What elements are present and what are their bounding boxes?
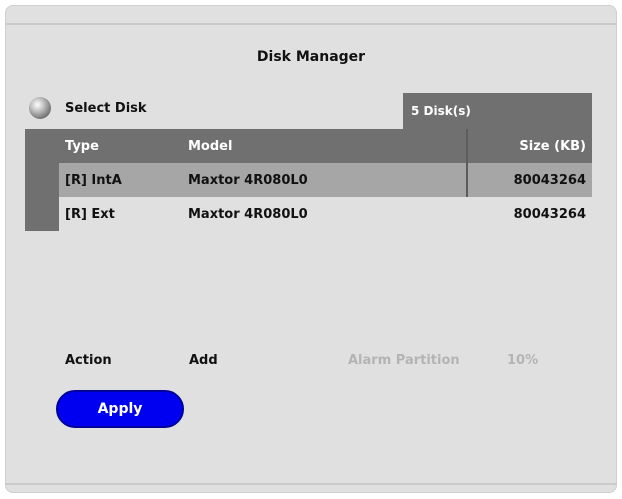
row-type: [R] Ext xyxy=(65,207,115,222)
disk-manager-panel: Disk Manager Select Disk 5 Disk(s) Type … xyxy=(5,5,617,493)
header-type: Type xyxy=(65,139,99,154)
header-model: Model xyxy=(188,139,233,154)
disk-icon xyxy=(29,97,51,119)
row-type: [R] IntA xyxy=(65,173,122,188)
header-size: Size (KB) xyxy=(519,139,586,154)
table-row-inta[interactable]: [R] IntA Maxtor 4R080L0 80043264 xyxy=(25,163,592,197)
select-disk-label: Select Disk xyxy=(65,101,147,116)
apply-button[interactable]: Apply xyxy=(56,390,184,428)
column-divider xyxy=(466,163,468,197)
row-model: Maxtor 4R080L0 xyxy=(188,207,308,222)
column-divider xyxy=(466,129,468,163)
table-header: Type Model Size (KB) xyxy=(25,129,592,163)
bottom-divider xyxy=(5,483,617,485)
row-side-block xyxy=(25,163,59,197)
title-divider xyxy=(5,23,617,25)
alarm-partition-value: 10% xyxy=(507,353,539,368)
action-selector[interactable]: Add xyxy=(189,353,218,368)
disk-count-label: 5 Disk(s) xyxy=(411,104,471,118)
alarm-partition-label: Alarm Partition xyxy=(348,353,460,368)
row-model: Maxtor 4R080L0 xyxy=(188,173,308,188)
table-row-ext[interactable]: [R] Ext Maxtor 4R080L0 80043264 xyxy=(25,197,592,231)
row-size: 80043264 xyxy=(513,173,586,188)
page-title: Disk Manager xyxy=(256,49,366,65)
disk-table: Type Model Size (KB) [R] IntA Maxtor 4R0… xyxy=(25,129,592,231)
row-size: 80043264 xyxy=(513,207,586,222)
row-side-block xyxy=(25,197,59,231)
disk-count-box: 5 Disk(s) xyxy=(403,93,592,129)
header-side-block xyxy=(25,129,59,163)
action-label: Action xyxy=(65,353,112,368)
